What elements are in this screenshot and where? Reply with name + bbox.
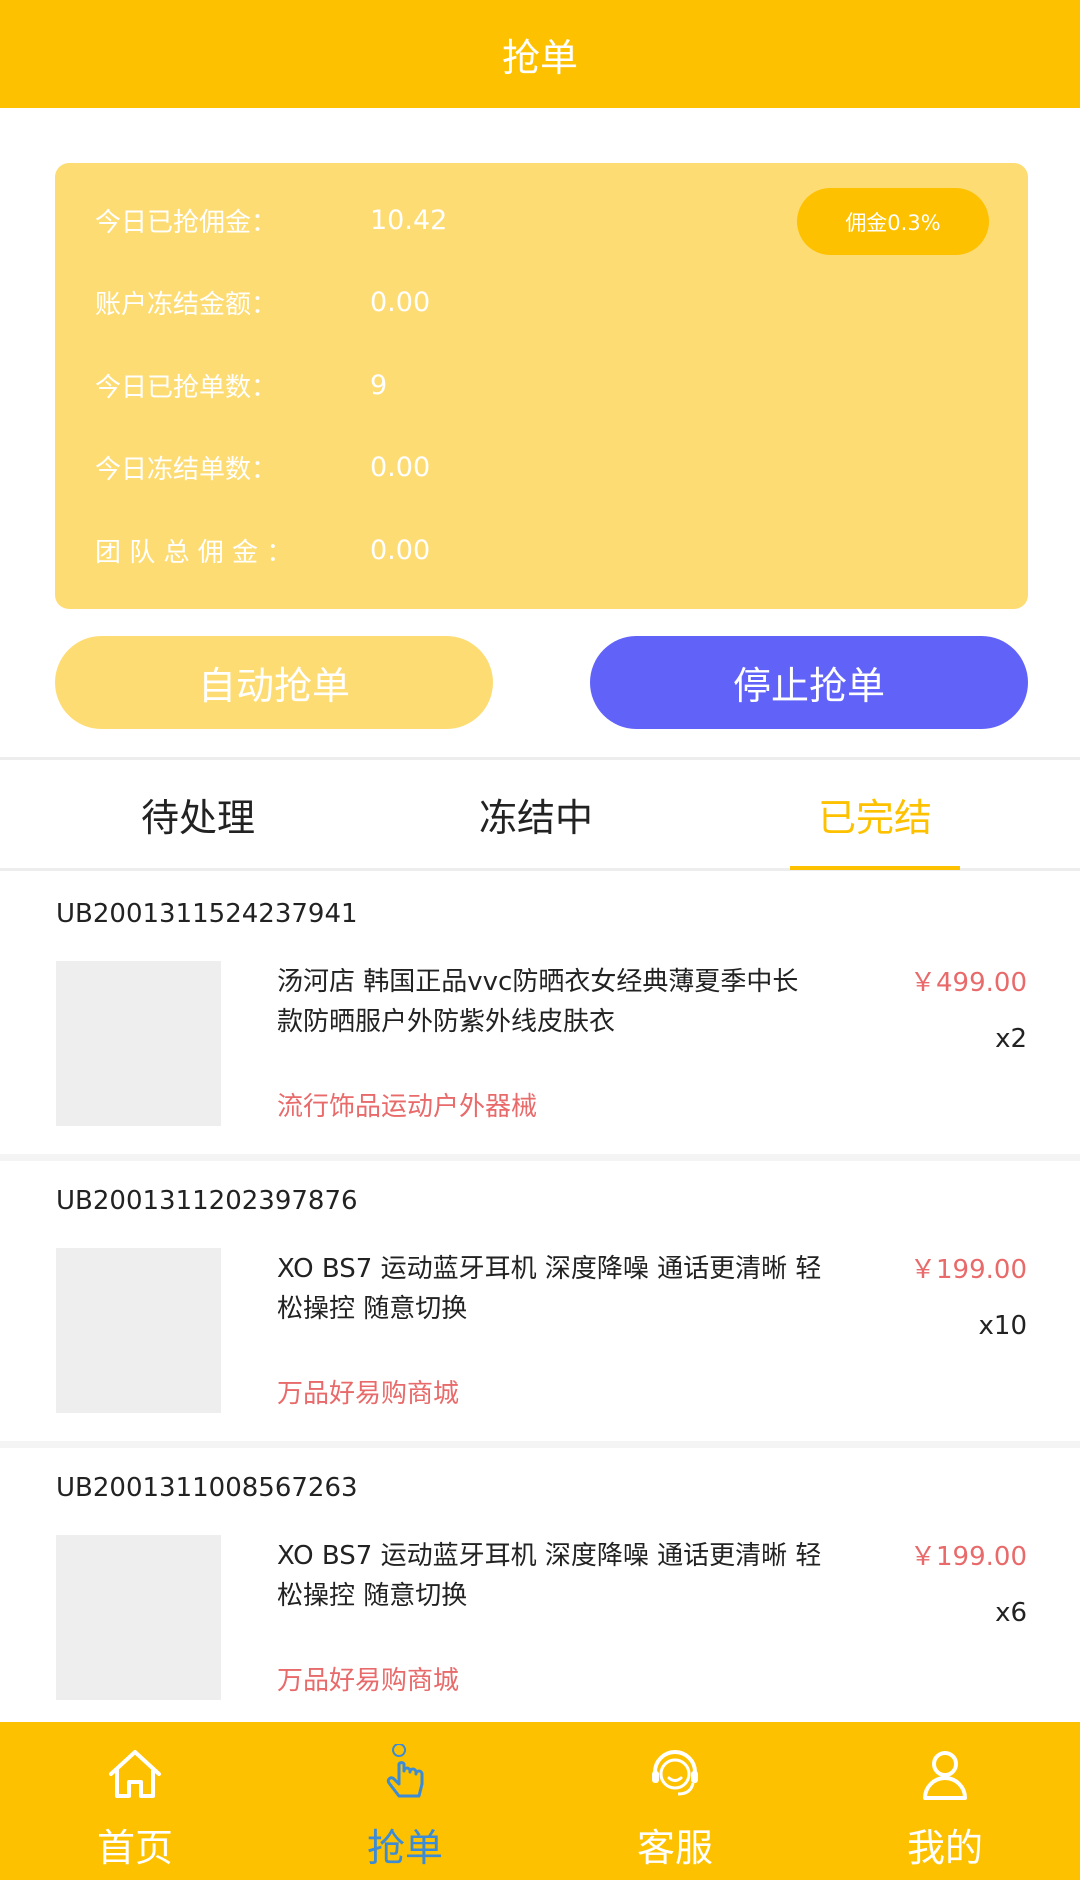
order-card[interactable]: UB2001311202397876 XO BS7 运动蓝牙耳机 深度降噪 通话…	[0, 1161, 1080, 1441]
product-image	[56, 961, 221, 1126]
stat-value: 9	[370, 369, 388, 401]
stat-value: 0.00	[370, 451, 431, 483]
bottom-tab-bar: 首页 抢单 客服 我的	[0, 1722, 1080, 1880]
stat-value: 0.00	[370, 286, 431, 318]
order-status-tabs: 待处理 冻结中 已完结	[0, 757, 1080, 871]
order-list[interactable]: UB2001311524237941 汤河店 韩国正品vvc防晒衣女经典薄夏季中…	[0, 874, 1080, 1722]
product-price: ￥199.00	[910, 1255, 1027, 1285]
tabbar-label: 客服	[636, 1826, 713, 1870]
auto-grab-button[interactable]: 自动抢单	[55, 636, 493, 729]
order-number: UB2001311202397876	[56, 1186, 358, 1216]
home-icon	[109, 1750, 161, 1798]
stat-frozen-amount: 账户冻结金额： 0.00	[95, 277, 430, 327]
product-title: 汤河店 韩国正品vvc防晒衣女经典薄夏季中长款防晒服户外防紫外线皮肤衣	[277, 967, 799, 1037]
stat-label: 团 队 总 佣 金 ：	[95, 537, 293, 568]
product-title: XO BS7 运动蓝牙耳机 深度降噪 通话更清晰 轻松操控 随意切换	[277, 1254, 822, 1324]
stat-label: 今日冻结单数：	[95, 454, 278, 485]
product-image	[56, 1248, 221, 1413]
product-image	[56, 1535, 221, 1700]
stat-team-commission: 团 队 总 佣 金 ： 0.00	[95, 525, 430, 575]
tabbar-label: 我的	[906, 1826, 983, 1870]
shop-name: 万品好易购商城	[277, 1666, 460, 1696]
headset-icon	[652, 1750, 698, 1796]
stat-label: 账户冻结金额：	[95, 289, 278, 320]
stat-value: 0.00	[370, 534, 431, 566]
product-price: ￥199.00	[910, 1542, 1027, 1572]
stat-label: 今日已抢单数：	[95, 372, 278, 403]
product-quantity: x10	[978, 1311, 1027, 1341]
tap-hand-icon	[386, 1744, 424, 1798]
order-number: UB2001311008567263	[56, 1473, 358, 1503]
tabbar-home[interactable]: 首页	[0, 1722, 270, 1880]
product-quantity: x2	[995, 1024, 1027, 1054]
order-card[interactable]: UB2001311008567263 XO BS7 运动蓝牙耳机 深度降噪 通话…	[0, 1448, 1080, 1722]
tabbar-label: 抢单	[366, 1826, 443, 1870]
stat-frozen-orders: 今日冻结单数： 0.00	[95, 442, 430, 492]
product-title: XO BS7 运动蓝牙耳机 深度降噪 通话更清晰 轻松操控 随意切换	[277, 1541, 822, 1611]
stop-grab-button[interactable]: 停止抢单	[590, 636, 1028, 729]
order-card[interactable]: UB2001311524237941 汤河店 韩国正品vvc防晒衣女经典薄夏季中…	[0, 874, 1080, 1154]
stat-label: 今日已抢佣金：	[95, 207, 278, 238]
tab-frozen[interactable]: 冻结中	[366, 760, 706, 868]
product-quantity: x6	[995, 1598, 1027, 1628]
order-divider	[0, 1441, 1080, 1448]
app-header: 抢单	[0, 0, 1080, 108]
page-title: 抢单	[501, 35, 578, 80]
tab-completed[interactable]: 已完结	[705, 760, 1045, 868]
user-icon	[923, 1751, 967, 1800]
tabbar-label: 首页	[96, 1826, 173, 1870]
product-price: ￥499.00	[910, 968, 1027, 998]
tabbar-service[interactable]: 客服	[540, 1722, 810, 1880]
tabbar-mine[interactable]: 我的	[810, 1722, 1080, 1880]
commission-rate-badge: 佣金0.3%	[797, 188, 989, 255]
stat-today-commission: 今日已抢佣金： 10.42	[95, 195, 447, 245]
tabbar-grab[interactable]: 抢单	[270, 1722, 540, 1880]
order-divider	[0, 1154, 1080, 1161]
order-number: UB2001311524237941	[56, 899, 358, 929]
tab-pending[interactable]: 待处理	[28, 760, 368, 868]
stat-value: 10.42	[370, 204, 448, 236]
stat-today-orders: 今日已抢单数： 9	[95, 360, 387, 410]
shop-name: 流行饰品运动户外器械	[277, 1092, 538, 1122]
shop-name: 万品好易购商城	[277, 1379, 460, 1409]
stats-card: 今日已抢佣金： 10.42 账户冻结金额： 0.00 今日已抢单数： 9 今日冻…	[55, 163, 1028, 609]
active-tab-indicator	[790, 866, 960, 870]
